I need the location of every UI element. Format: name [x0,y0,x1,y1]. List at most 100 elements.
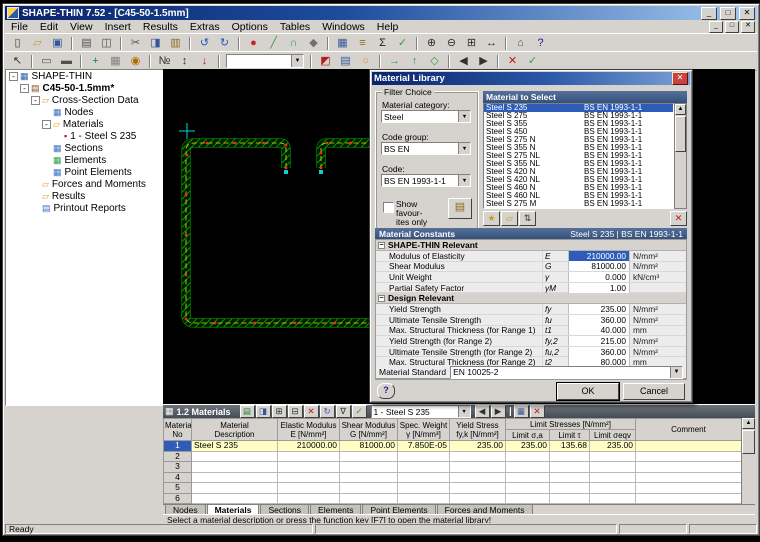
material-library-icon[interactable]: ≡ [353,35,372,52]
cell[interactable]: 210000.00 [278,441,340,452]
menu-extras[interactable]: Extras [184,21,226,33]
favourites-library-icon[interactable]: ▤ [448,198,472,219]
scroll-up-icon[interactable]: ▲ [675,104,686,115]
cell[interactable] [636,483,742,494]
tree-expand-icon[interactable]: - [31,96,40,105]
row-number[interactable]: 5 [164,483,192,494]
save-icon[interactable]: ▣ [48,35,67,52]
cell[interactable] [450,483,506,494]
new-arc-icon[interactable]: ∩ [284,35,303,52]
table-settings-icon[interactable]: ▦ [514,405,529,418]
cell[interactable]: 235.00 [506,441,550,452]
cell[interactable] [506,483,550,494]
cell[interactable] [590,493,636,504]
constant-value[interactable]: 40.000 [568,325,630,335]
show-dimensions-icon[interactable]: ↕ [175,53,194,70]
help-button[interactable]: ? [377,383,395,399]
cell[interactable] [636,451,742,462]
snap-icon[interactable]: ◉ [126,53,145,70]
tree-item-forces-and-moments[interactable]: ▱Forces and Moments [6,178,164,190]
solid-view-icon[interactable]: ▬ [57,53,76,70]
cell[interactable] [340,493,398,504]
tree-item-cross-section-data[interactable]: -▱Cross-Section Data [6,94,164,106]
show-numbering-icon[interactable]: № [155,53,174,70]
copy-icon[interactable]: ◨ [146,35,165,52]
code-select[interactable]: BS EN 1993-1-1 ▼ [381,174,471,187]
cell[interactable] [278,493,340,504]
code-group-select[interactable]: BS EN ▼ [381,142,471,155]
cell[interactable] [398,483,450,494]
next-view-icon[interactable]: ▶ [474,53,493,70]
cell[interactable] [550,483,590,494]
cell[interactable] [590,451,636,462]
show-favourites-checkbox[interactable] [383,202,394,213]
insert-row-icon[interactable]: ⊞ [272,405,287,418]
constant-value[interactable]: 210000.00 [568,251,630,261]
lamp-icon[interactable]: ○ [356,53,375,70]
filter-icon[interactable]: ∇ [336,405,351,418]
cell[interactable] [450,462,506,473]
minimize-button[interactable]: _ [701,7,717,20]
print-icon[interactable]: ▤ [77,35,96,52]
cell[interactable] [550,493,590,504]
menu-edit[interactable]: Edit [34,21,64,33]
constant-value[interactable]: 215.00 [568,336,630,346]
apply-icon[interactable]: ✓ [523,53,542,70]
row-number[interactable]: 1 [164,441,192,452]
material-category-select[interactable]: Steel ▼ [381,110,471,123]
calculate-icon[interactable]: Σ [373,35,392,52]
row-number[interactable]: 6 [164,493,192,504]
help-icon[interactable]: ? [531,35,550,52]
tree-item-c45-50-1-5mm[interactable]: -▤C45-50-1.5mm* [6,82,164,94]
new-point-element-icon[interactable]: ◆ [304,35,323,52]
constant-value[interactable]: 1.00 [568,283,630,293]
cell[interactable] [550,462,590,473]
constant-value[interactable]: 235.00 [568,304,630,314]
zoom-window-icon[interactable]: ⊞ [462,35,481,52]
row-number[interactable]: 4 [164,472,192,483]
cell[interactable] [506,462,550,473]
cell[interactable] [398,462,450,473]
close-button[interactable]: ✕ [739,7,755,20]
menu-options[interactable]: Options [226,21,274,33]
scroll-thumb[interactable] [742,430,755,454]
dialog-close-button[interactable]: ✕ [672,72,688,85]
zoom-in-icon[interactable]: ⊕ [422,35,441,52]
scroll-thumb[interactable] [675,116,686,152]
row-number[interactable]: 2 [164,451,192,462]
material-row[interactable]: Steel S 460 NLBS EN 1993-1-1 [484,192,673,200]
view-z-icon[interactable]: ↑ [405,53,424,70]
delete-row-icon[interactable]: ⊟ [288,405,303,418]
pointer-icon[interactable]: ↖ [8,53,27,70]
print-preview-icon[interactable]: ◫ [97,35,116,52]
material-row[interactable]: Steel S 275BS EN 1993-1-1 [484,112,673,120]
material-row[interactable]: Steel S 420 NLBS EN 1993-1-1 [484,176,673,184]
menu-help[interactable]: Help [371,21,405,33]
layers-icon[interactable]: ▤ [336,53,355,70]
tree-expand-icon[interactable]: - [20,84,29,93]
paste-icon[interactable]: ▥ [166,35,185,52]
show-loads-icon[interactable]: ↓ [195,53,214,70]
material-row[interactable]: Steel S 450BS EN 1993-1-1 [484,128,673,136]
cell[interactable] [398,493,450,504]
material-row[interactable]: Steel S 420 NBS EN 1993-1-1 [484,168,673,176]
material-row[interactable]: Steel S 460 NBS EN 1993-1-1 [484,184,673,192]
isometric-view-icon[interactable]: ◇ [425,53,444,70]
material-row[interactable]: Steel S 355 NBS EN 1993-1-1 [484,144,673,152]
restore-button[interactable]: □ [720,7,736,20]
cell[interactable]: 81000.00 [340,441,398,452]
options-icon[interactable]: ⌂ [511,35,530,52]
cell[interactable]: 7.850E-05 [398,441,450,452]
cell[interactable] [450,493,506,504]
view-y-icon[interactable]: → [385,53,404,70]
cell[interactable] [398,451,450,462]
cell[interactable] [590,483,636,494]
view-selector[interactable]: ▼ [226,54,304,68]
copy-row-icon[interactable]: ◨ [256,405,271,418]
cell[interactable] [550,451,590,462]
zoom-out-icon[interactable]: ⊖ [442,35,461,52]
cell[interactable] [398,472,450,483]
clear-table-icon[interactable]: ✕ [304,405,319,418]
cell[interactable]: 235.00 [450,441,506,452]
ok-button[interactable]: OK [557,383,619,400]
